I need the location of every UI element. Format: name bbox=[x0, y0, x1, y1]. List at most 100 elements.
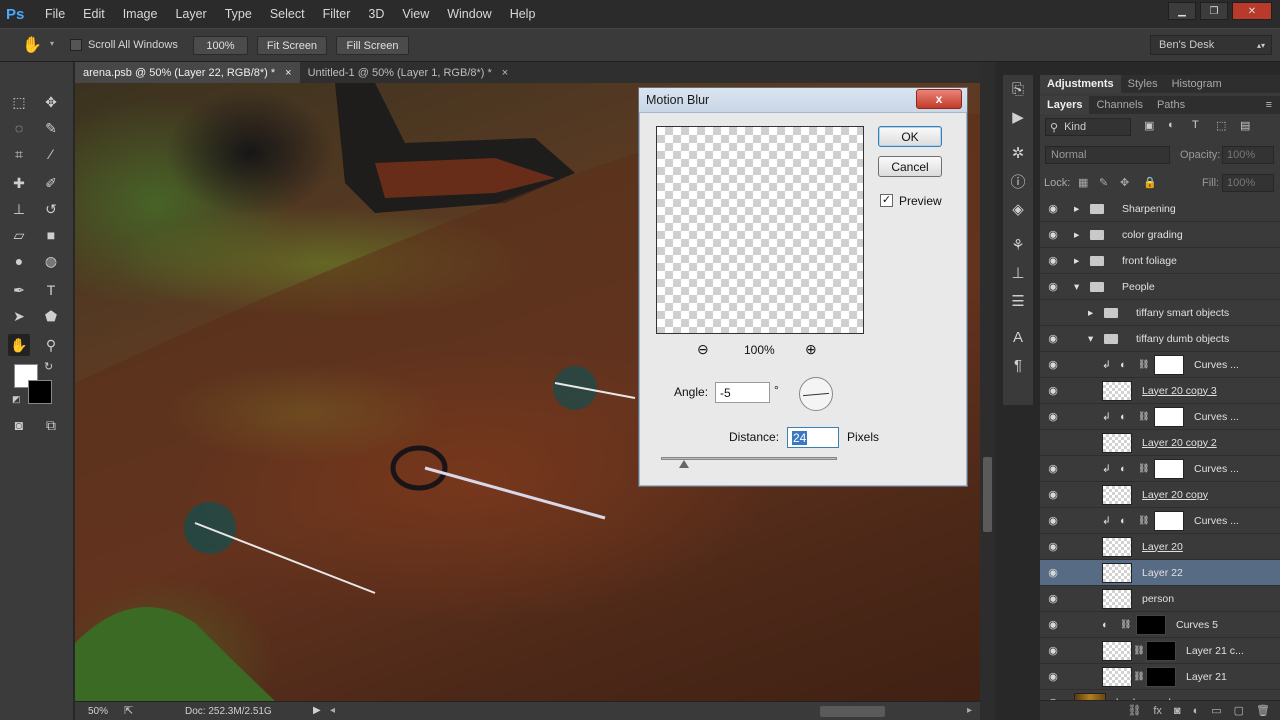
filter-shape-icon[interactable]: ⬚ bbox=[1216, 119, 1226, 132]
layer-style-icon[interactable]: fx bbox=[1153, 705, 1162, 717]
swap-colors-icon[interactable]: ↻ bbox=[44, 360, 53, 373]
panel-menu-icon[interactable]: ≡ bbox=[1266, 99, 1272, 111]
close-icon[interactable]: × bbox=[502, 67, 508, 79]
chain-link-icon[interactable]: ⛓ bbox=[1138, 463, 1154, 474]
layer-thumbnail[interactable] bbox=[1102, 666, 1132, 687]
filter-pixel-icon[interactable]: ▣ bbox=[1144, 119, 1154, 132]
vertical-scroll-thumb[interactable] bbox=[983, 457, 992, 532]
dialog-close-button[interactable]: x bbox=[916, 89, 962, 109]
layer-mask-thumbnail[interactable] bbox=[1154, 354, 1184, 375]
layer-row[interactable]: ◉ ▸ front foliage bbox=[1040, 248, 1280, 274]
actions-play-icon[interactable]: ▶ bbox=[1003, 103, 1033, 131]
layer-row[interactable]: ◉ ↲ ◐ ⛓ Curves ... bbox=[1040, 508, 1280, 534]
restore-button[interactable]: ❐ bbox=[1200, 2, 1228, 20]
clone-stamp-tool-icon[interactable]: ⊥ bbox=[8, 198, 30, 220]
zoom-out-icon[interactable]: ⊖ bbox=[697, 341, 709, 358]
layer-thumbnail[interactable] bbox=[1102, 380, 1132, 401]
zoom-tool-icon[interactable]: ⚲ bbox=[40, 334, 62, 356]
layer-thumbnail[interactable] bbox=[1102, 640, 1132, 661]
properties-icon[interactable]: ◈ bbox=[1003, 195, 1033, 223]
layer-row[interactable]: ◉ ↲ ◐ ⛓ Curves ... bbox=[1040, 404, 1280, 430]
layer-thumbnail[interactable] bbox=[1102, 562, 1132, 583]
lasso-tool-icon[interactable]: ◌ bbox=[8, 117, 30, 139]
eye-icon[interactable]: ◉ bbox=[1040, 254, 1066, 267]
layer-row[interactable]: ◉ ▾ People bbox=[1040, 274, 1280, 300]
character-icon[interactable]: A bbox=[1003, 323, 1033, 351]
chevron-down-icon[interactable]: ▾ bbox=[50, 39, 54, 48]
layer-thumbnail[interactable] bbox=[1102, 588, 1132, 609]
menu-window[interactable]: Window bbox=[438, 0, 500, 28]
chain-link-icon[interactable]: ⛓ bbox=[1120, 619, 1136, 630]
zoom-level[interactable]: 50% bbox=[88, 706, 108, 717]
type-tool-icon[interactable]: T bbox=[40, 279, 62, 301]
brush-presets-icon[interactable]: ⚘ bbox=[1003, 231, 1033, 259]
menu-select[interactable]: Select bbox=[261, 0, 314, 28]
fill-screen-button[interactable]: Fill Screen bbox=[336, 36, 409, 55]
expand-arrow-icon[interactable]: ▸ bbox=[1088, 307, 1098, 319]
eye-icon[interactable]: ◉ bbox=[1040, 644, 1066, 657]
delete-layer-icon[interactable]: 🗑 bbox=[1256, 704, 1270, 717]
menu-filter[interactable]: Filter bbox=[314, 0, 360, 28]
expand-arrow-icon[interactable]: ▸ bbox=[1074, 229, 1084, 241]
quick-selection-tool-icon[interactable]: ✎ bbox=[40, 117, 62, 139]
new-group-icon[interactable]: ▭ bbox=[1211, 704, 1221, 717]
layer-row[interactable]: ◉ ▸ color grading bbox=[1040, 222, 1280, 248]
tab-paths[interactable]: Paths bbox=[1150, 96, 1192, 114]
adjust-sliders-icon[interactable]: ☰ bbox=[1003, 287, 1033, 315]
expand-arrow-icon[interactable]: ▸ bbox=[1074, 255, 1084, 267]
eye-icon[interactable]: ◉ bbox=[1040, 280, 1066, 293]
history-icon[interactable]: ⎘ bbox=[1003, 75, 1033, 103]
hand-tool-icon[interactable]: ✋ bbox=[22, 35, 42, 55]
eye-icon[interactable]: ◉ bbox=[1040, 670, 1066, 683]
layer-row[interactable]: ◉ ▸ Sharpening bbox=[1040, 196, 1280, 222]
new-layer-icon[interactable]: ▢ bbox=[1234, 704, 1244, 717]
close-window-button[interactable]: ✕ bbox=[1232, 2, 1272, 20]
info-icon[interactable]: ⓘ bbox=[1003, 167, 1033, 195]
tab-styles[interactable]: Styles bbox=[1121, 75, 1165, 93]
opacity-input[interactable]: 100% bbox=[1222, 146, 1274, 164]
layer-row[interactable]: ◉ person bbox=[1040, 586, 1280, 612]
layer-row[interactable]: ◉ ▾ tiffany dumb objects bbox=[1040, 326, 1280, 352]
clone-source-icon[interactable]: ⊥ bbox=[1003, 259, 1033, 287]
ok-button[interactable]: OK bbox=[878, 126, 942, 147]
marquee-tool-icon[interactable]: ⬚ bbox=[8, 91, 30, 113]
layer-mask-thumbnail[interactable] bbox=[1154, 510, 1184, 531]
eye-icon[interactable]: ◉ bbox=[1040, 228, 1066, 241]
lock-transparency-icon[interactable]: ▦ bbox=[1078, 176, 1088, 189]
menu-help[interactable]: Help bbox=[501, 0, 545, 28]
cancel-button[interactable]: Cancel bbox=[878, 156, 942, 177]
angle-input[interactable]: -5 bbox=[715, 382, 770, 403]
menu-edit[interactable]: Edit bbox=[74, 0, 114, 28]
fit-screen-button[interactable]: Fit Screen bbox=[257, 36, 327, 55]
eye-icon[interactable]: ◉ bbox=[1040, 332, 1066, 345]
default-colors-icon[interactable]: ◩ bbox=[12, 394, 21, 405]
shape-tool-icon[interactable]: ⬟ bbox=[40, 305, 62, 327]
zoom-100-button[interactable]: 100% bbox=[193, 36, 248, 55]
eye-icon[interactable]: ◉ bbox=[1040, 358, 1066, 371]
layer-row[interactable]: ◉ Layer 20 bbox=[1040, 534, 1280, 560]
layer-row[interactable]: ◉ Layer 20 copy 3 bbox=[1040, 378, 1280, 404]
preview-area[interactable] bbox=[656, 126, 864, 334]
eye-icon[interactable]: ◉ bbox=[1040, 618, 1066, 631]
chain-link-icon[interactable]: ⛓ bbox=[1132, 671, 1146, 682]
expand-arrow-icon[interactable]: ▸ bbox=[1074, 203, 1084, 215]
brush-tool-icon[interactable]: ✐ bbox=[40, 172, 62, 194]
distance-slider-thumb[interactable] bbox=[679, 460, 689, 468]
export-icon[interactable]: ⇱ bbox=[124, 704, 133, 717]
distance-input[interactable]: 24 bbox=[787, 427, 839, 448]
layer-row[interactable]: ◉ Layer 20 copy bbox=[1040, 482, 1280, 508]
link-layers-icon[interactable]: ⛓ bbox=[1127, 704, 1141, 717]
layer-mask-thumbnail[interactable] bbox=[1154, 458, 1184, 479]
chain-link-icon[interactable]: ⛓ bbox=[1138, 411, 1154, 422]
menu-file[interactable]: File bbox=[36, 0, 74, 28]
new-adjustment-icon[interactable]: ◐ bbox=[1193, 705, 1200, 717]
chain-link-icon[interactable]: ⛓ bbox=[1138, 359, 1154, 370]
screen-mode-icon[interactable]: ⧉ bbox=[40, 414, 62, 436]
quick-mask-icon[interactable]: ◙ bbox=[8, 414, 30, 436]
blend-mode-select[interactable]: Normal bbox=[1045, 146, 1170, 164]
tab-adjustments[interactable]: Adjustments bbox=[1040, 75, 1121, 93]
eraser-tool-icon[interactable]: ▱ bbox=[8, 224, 30, 246]
eye-icon[interactable]: ◉ bbox=[1040, 592, 1066, 605]
tab-layers[interactable]: Layers bbox=[1040, 96, 1090, 114]
healing-brush-tool-icon[interactable]: ✚ bbox=[8, 172, 30, 194]
